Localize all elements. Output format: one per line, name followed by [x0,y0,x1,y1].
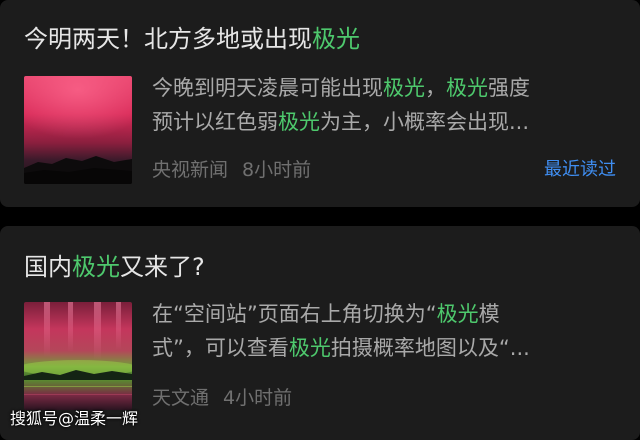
news-time: 4小时前 [223,387,293,409]
summary-text: 在“空间站”页面右上角切换为“ [152,302,437,326]
summary-text: 预计以红色弱 [152,110,278,134]
news-summary: 今晚到明天凌晨可能出现极光，极光强度 预计以红色弱极光为主，小概率会出现... [152,71,614,139]
red-green-aurora-over-lake-image [24,302,132,410]
news-meta: 央视新闻 8小时前 [152,158,311,182]
title-text: 今明两天！北方多地或出现 [24,25,312,53]
news-source[interactable]: 央视新闻 [152,159,228,181]
news-feed-page: 今明两天！北方多地或出现极光 今晚到明天凌晨可能出现极光，极光强度 预计以红色弱… [0,0,640,440]
summary-line: 式”，可以查看极光拍摄概率地图以及“... [152,331,614,365]
news-title[interactable]: 国内极光又来了? [24,252,205,282]
title-keyword-highlight: 极光 [312,25,360,53]
summary-text: 今晚到明天凌晨可能出现 [152,76,383,100]
news-card[interactable]: 国内极光又来了? 在“空间站”页面右上角切换为“极光模 式”，可以查看极光拍摄概… [0,226,640,440]
summary-text: ， [425,76,446,100]
red-aurora-over-hills-image [24,76,132,184]
summary-line: 在“空间站”页面右上角切换为“极光模 [152,297,614,331]
news-title[interactable]: 今明两天！北方多地或出现极光 [24,24,360,54]
summary-text: 拍摄概率地图以及“... [330,336,530,360]
news-thumbnail[interactable] [24,302,132,410]
news-meta: 天文通 4小时前 [152,386,292,410]
news-time: 8小时前 [242,159,312,181]
summary-text: 模 [478,302,500,326]
summary-keyword-highlight: 极光 [288,336,331,360]
watermark: 搜狐号@温柔一辉 [10,409,139,428]
news-card[interactable]: 今明两天！北方多地或出现极光 今晚到明天凌晨可能出现极光，极光强度 预计以红色弱… [0,0,640,207]
summary-text: 式”，可以查看 [152,336,289,360]
title-text: 国内 [24,253,72,281]
summary-keyword-highlight: 极光 [278,110,320,134]
summary-keyword-highlight: 极光 [383,76,425,100]
news-summary: 在“空间站”页面右上角切换为“极光模 式”，可以查看极光拍摄概率地图以及“... [152,297,614,365]
summary-line: 预计以红色弱极光为主，小概率会出现... [152,105,614,139]
summary-keyword-highlight: 极光 [446,76,488,100]
summary-text: 为主，小概率会出现... [320,110,530,134]
title-keyword-highlight: 极光 [72,253,120,281]
summary-text: 强度 [488,76,530,100]
news-source[interactable]: 天文通 [152,387,209,409]
news-thumbnail[interactable] [24,76,132,184]
summary-keyword-highlight: 极光 [436,302,479,326]
recently-read-badge: 最近读过 [544,159,616,180]
summary-line: 今晚到明天凌晨可能出现极光，极光强度 [152,71,614,105]
title-text: 又来了? [120,253,205,281]
